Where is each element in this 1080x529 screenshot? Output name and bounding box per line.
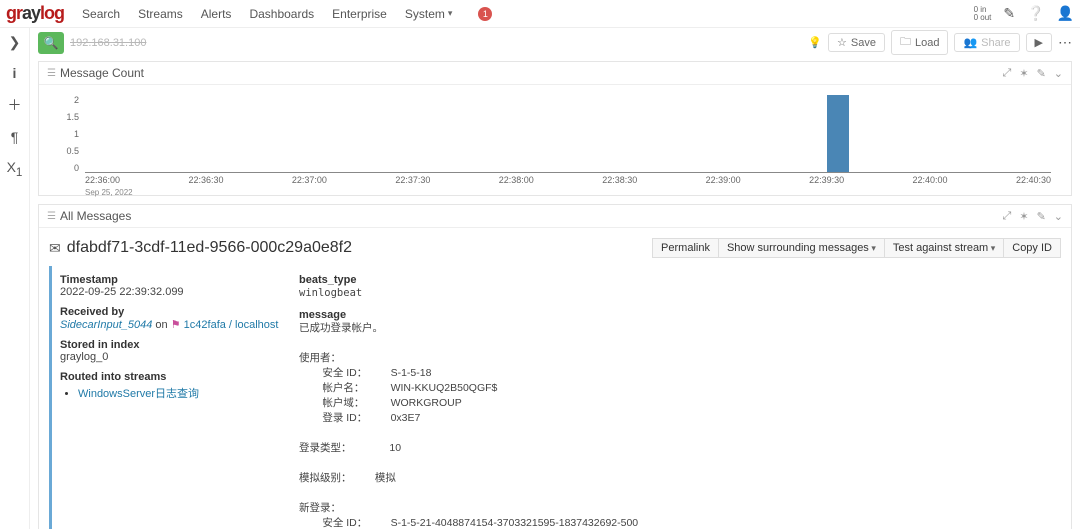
info-icon[interactable]: i bbox=[13, 65, 17, 81]
panel-title: Message Count bbox=[60, 66, 144, 80]
host-link[interactable]: 1c42fafa / localhost bbox=[184, 319, 279, 331]
edit-panel-icon[interactable]: ✎ bbox=[1037, 210, 1046, 223]
user-icon[interactable]: 👤 bbox=[1057, 5, 1074, 22]
help-icon[interactable]: ❔ bbox=[1027, 5, 1044, 22]
top-navbar: graylog Search Streams Alerts Dashboards… bbox=[0, 0, 1080, 28]
x-tick: 22:37:00 bbox=[292, 175, 327, 195]
nav-items: Search Streams Alerts Dashboards Enterpr… bbox=[82, 7, 492, 21]
message-fields: beats_type winlogbeat message 已成功登录帐户。 使… bbox=[299, 266, 1061, 529]
x-tick: 22:39:30 bbox=[809, 175, 844, 195]
beats-type-label: beats_type bbox=[299, 274, 1061, 286]
timestamp-label: Timestamp bbox=[60, 274, 279, 286]
focus-icon[interactable]: ⤢ bbox=[1003, 210, 1012, 223]
subscript-icon[interactable]: X1 bbox=[7, 159, 23, 179]
all-messages-panel: ☰ All Messages ⤢ ✶ ✎ ⌄ ✉ dfabdf71-3cdf-1… bbox=[38, 204, 1072, 529]
message-label: message bbox=[299, 309, 1061, 321]
panel-menu-icon[interactable]: ⌄ bbox=[1054, 67, 1063, 80]
bulb-icon[interactable]: 💡 bbox=[808, 36, 822, 49]
chevron-right-icon[interactable]: ❯ bbox=[9, 34, 21, 51]
nav-alerts[interactable]: Alerts bbox=[201, 7, 232, 21]
expand-icon[interactable]: ✶ bbox=[1019, 210, 1028, 223]
received-by-value: SidecarInput_5044 on ⚑ 1c42fafa / localh… bbox=[60, 318, 279, 331]
x-tick: 22:40:30 bbox=[1016, 175, 1051, 195]
test-stream-button[interactable]: Test against stream bbox=[884, 238, 1003, 258]
received-by-label: Received by bbox=[60, 306, 279, 318]
left-rail: ❯ i ＋ ¶ X1 bbox=[0, 28, 30, 529]
notification-badge[interactable]: 1 bbox=[478, 7, 492, 21]
message-value: 已成功登录帐户。 使用者： 安全 ID： S-1-5-18 帐户名： WIN-K… bbox=[299, 321, 1061, 529]
expand-icon[interactable]: ✶ bbox=[1019, 67, 1028, 80]
nav-streams[interactable]: Streams bbox=[138, 7, 183, 21]
drag-icon[interactable]: ☰ bbox=[47, 68, 54, 79]
x-tick: 22:39:00 bbox=[706, 175, 741, 195]
stream-link[interactable]: WindowsServer日志查询 bbox=[78, 388, 199, 400]
share-button[interactable]: 👥 Share bbox=[954, 33, 1019, 52]
x-tick: 22:37:30 bbox=[395, 175, 430, 195]
focus-icon[interactable]: ⤢ bbox=[1003, 67, 1012, 80]
edit-panel-icon[interactable]: ✎ bbox=[1037, 67, 1046, 80]
panel-title: All Messages bbox=[60, 209, 131, 223]
y-axis: 2 1.5 1 0.5 0 bbox=[43, 95, 79, 173]
x-axis: 22:36:0022:36:3022:37:0022:37:3022:38:00… bbox=[85, 173, 1051, 195]
x-tick: 22:40:00 bbox=[913, 175, 948, 195]
logo[interactable]: graylog bbox=[6, 3, 64, 24]
drag-icon[interactable]: ☰ bbox=[47, 211, 54, 222]
chart-area: 2 1.5 1 0.5 0 22:36:0022:36:3022:37:0022… bbox=[39, 85, 1071, 195]
x-tick: 22:38:30 bbox=[602, 175, 637, 195]
edit-icon[interactable]: ✎ bbox=[1003, 5, 1015, 22]
surrounding-button[interactable]: Show surrounding messages bbox=[718, 238, 884, 258]
nav-search[interactable]: Search bbox=[82, 7, 120, 21]
copy-id-button[interactable]: Copy ID bbox=[1003, 238, 1061, 258]
chart-bar bbox=[827, 95, 849, 172]
nav-dashboards[interactable]: Dashboards bbox=[249, 7, 314, 21]
play-button[interactable]: ▶ bbox=[1026, 33, 1052, 52]
nav-enterprise[interactable]: Enterprise bbox=[332, 7, 387, 21]
timestamp-value: 2022-09-25 22:39:32.099 bbox=[60, 286, 279, 298]
input-link[interactable]: SidecarInput_5044 bbox=[60, 319, 152, 331]
search-button[interactable]: 🔍 bbox=[38, 32, 64, 54]
message-count-panel: ☰ Message Count ⤢ ✶ ✎ ⌄ 2 1.5 1 0.5 0 bbox=[38, 61, 1072, 196]
stored-value: graylog_0 bbox=[60, 351, 279, 363]
io-stats: 0 in 0 out bbox=[974, 6, 992, 22]
x-tick: 22:36:30 bbox=[188, 175, 223, 195]
mail-icon: ✉ bbox=[49, 240, 61, 257]
plus-icon[interactable]: ＋ bbox=[8, 95, 22, 115]
permalink-button[interactable]: Permalink bbox=[652, 238, 718, 258]
content-area: 🔍 192.168.31.100 💡 ☆ Save 🗀 Load 👥 Share… bbox=[30, 28, 1080, 529]
routed-label: Routed into streams bbox=[60, 371, 279, 383]
x-axis-subtitle: Sep 25, 2022 bbox=[85, 188, 133, 197]
beats-type-value: winlogbeat bbox=[299, 286, 1061, 301]
chart-plot bbox=[85, 95, 1051, 173]
message-id-title: dfabdf71-3cdf-11ed-9566-000c29a0e8f2 bbox=[67, 239, 352, 257]
save-button[interactable]: ☆ Save bbox=[828, 33, 885, 52]
message-meta: Timestamp 2022-09-25 22:39:32.099 Receiv… bbox=[49, 266, 279, 529]
query-toolbar: 🔍 192.168.31.100 💡 ☆ Save 🗀 Load 👥 Share… bbox=[34, 28, 1076, 57]
panel-menu-icon[interactable]: ⌄ bbox=[1054, 210, 1063, 223]
stored-label: Stored in index bbox=[60, 339, 279, 351]
load-button[interactable]: 🗀 Load bbox=[891, 30, 948, 55]
pilcrow-icon[interactable]: ¶ bbox=[11, 129, 19, 145]
query-text: 192.168.31.100 bbox=[70, 37, 146, 49]
x-tick: 22:38:00 bbox=[499, 175, 534, 195]
more-icon[interactable]: ⋯ bbox=[1058, 34, 1072, 51]
nav-system[interactable]: System bbox=[405, 7, 453, 21]
